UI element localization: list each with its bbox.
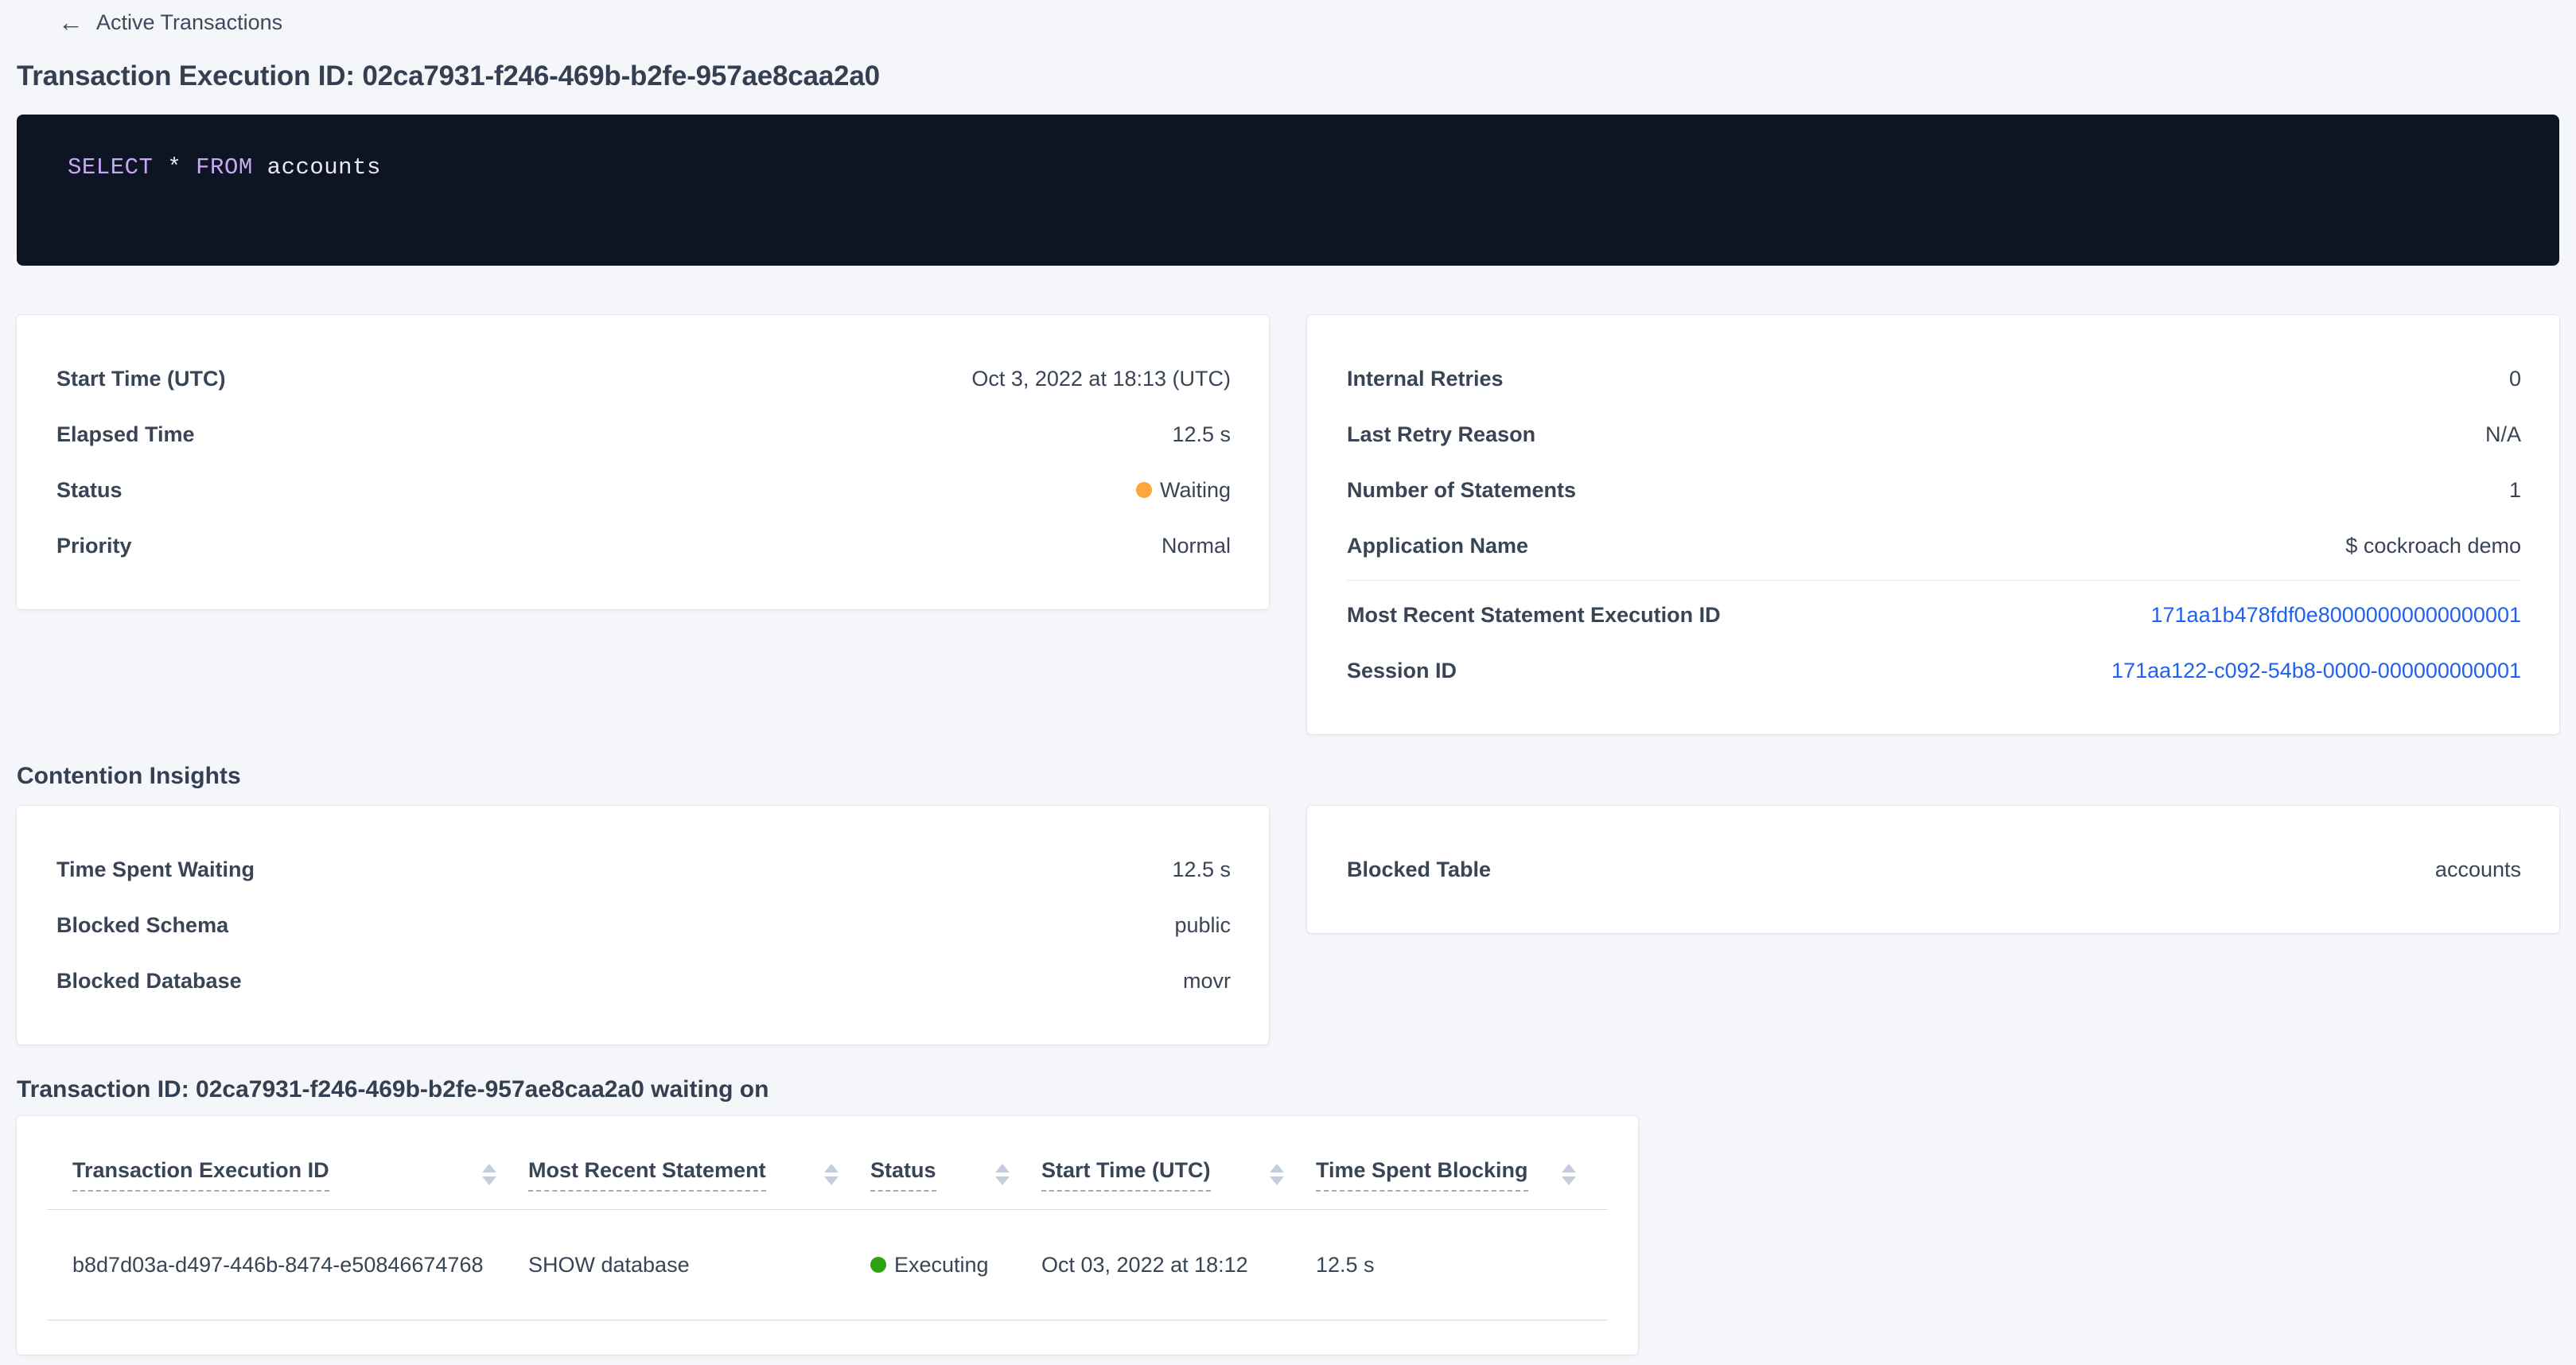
waiting-on-table-card: Transaction Execution ID Most Recent Sta…	[17, 1116, 1638, 1355]
summary-cards-row: Start Time (UTC) Oct 3, 2022 at 18:13 (U…	[17, 315, 2559, 734]
column-header-label: Transaction Execution ID	[72, 1158, 329, 1192]
summary-row-priority: Priority Normal	[56, 518, 1231, 574]
contention-waiting-card: Time Spent Waiting 12.5 s Blocked Schema…	[17, 806, 1269, 1044]
contention-row-blocked-table: Blocked Table accounts	[1347, 842, 2521, 897]
sql-table-name: accounts	[267, 154, 381, 181]
details-row-last-retry-reason: Last Retry Reason N/A	[1347, 406, 2521, 462]
column-header-label: Status	[870, 1158, 936, 1192]
contention-insights-heading: Contention Insights	[17, 763, 2559, 790]
contention-row-blocked-schema: Blocked Schema public	[56, 897, 1231, 953]
table-header-row: Transaction Execution ID Most Recent Sta…	[47, 1140, 1608, 1210]
column-header-most-recent-statement[interactable]: Most Recent Statement	[528, 1140, 870, 1209]
statement-execution-id-link[interactable]: 171aa1b478fdf0e80000000000000001	[2151, 603, 2522, 628]
row-label: Last Retry Reason	[1347, 422, 1535, 447]
details-row-application-name: Application Name $ cockroach demo	[1347, 518, 2521, 574]
row-value: 0	[2509, 367, 2521, 391]
row-label: Blocked Table	[1347, 858, 1491, 882]
waiting-on-heading: Transaction ID: 02ca7931-f246-469b-b2fe-…	[17, 1076, 2559, 1103]
details-row-internal-retries: Internal Retries 0	[1347, 351, 2521, 406]
cell-most-recent-statement: SHOW database	[528, 1210, 870, 1320]
row-label: Number of Statements	[1347, 478, 1576, 503]
details-row-session-id: Session ID 171aa122-c092-54b8-0000-00000…	[1347, 643, 2521, 698]
row-value: N/A	[2485, 422, 2521, 447]
waiting-status-dot-icon	[1136, 482, 1152, 498]
row-value: 12.5 s	[1172, 858, 1231, 882]
row-label: Elapsed Time	[56, 422, 195, 447]
cell-time-spent-blocking: 12.5 s	[1316, 1210, 1608, 1320]
sort-icon[interactable]	[482, 1164, 496, 1185]
sort-icon[interactable]	[1270, 1164, 1284, 1185]
sql-keyword-select: SELECT	[68, 154, 153, 181]
table-row: b8d7d03a-d497-446b-8474-e50846674768 SHO…	[47, 1210, 1608, 1320]
sql-star: *	[167, 154, 181, 181]
sql-statement: SELECT * FROM accounts	[68, 154, 381, 181]
status-text: Executing	[894, 1253, 989, 1278]
status-text: Waiting	[1160, 478, 1231, 503]
summary-row-status: Status Waiting	[56, 462, 1231, 518]
column-header-time-spent-blocking[interactable]: Time Spent Blocking	[1316, 1140, 1608, 1209]
details-row-statement-execution-id: Most Recent Statement Execution ID 171aa…	[1347, 587, 2521, 643]
waiting-on-table: Transaction Execution ID Most Recent Sta…	[47, 1140, 1608, 1320]
column-header-label: Start Time (UTC)	[1041, 1158, 1211, 1192]
transaction-details-card: Internal Retries 0 Last Retry Reason N/A…	[1307, 315, 2559, 734]
session-id-link[interactable]: 171aa122-c092-54b8-0000-000000000001	[2111, 659, 2521, 683]
arrow-left-icon: ←	[58, 10, 84, 35]
sort-icon[interactable]	[824, 1164, 839, 1185]
cell-start-time: Oct 03, 2022 at 18:12	[1041, 1210, 1316, 1320]
contention-row-blocked-database: Blocked Database movr	[56, 953, 1231, 1009]
sort-icon[interactable]	[995, 1164, 1010, 1185]
row-label: Most Recent Statement Execution ID	[1347, 603, 1721, 628]
row-value: 1	[2509, 478, 2521, 503]
row-value: Normal	[1162, 534, 1231, 558]
back-to-active-transactions-link[interactable]: ← Active Transactions	[58, 10, 282, 35]
page-title: Transaction Execution ID: 02ca7931-f246-…	[17, 60, 2559, 92]
row-value: $ cockroach demo	[2345, 534, 2521, 558]
sql-statement-box: SELECT * FROM accounts	[17, 115, 2559, 266]
row-label: Time Spent Waiting	[56, 858, 255, 882]
row-value: 12.5 s	[1172, 422, 1231, 447]
summary-row-elapsed-time: Elapsed Time 12.5 s	[56, 406, 1231, 462]
status-badge: Waiting	[1136, 478, 1231, 503]
column-header-label: Most Recent Statement	[528, 1158, 766, 1192]
row-label: Blocked Schema	[56, 913, 228, 938]
cell-status: Executing	[870, 1210, 1041, 1320]
row-value: public	[1174, 913, 1231, 938]
details-row-number-of-statements: Number of Statements 1	[1347, 462, 2521, 518]
row-label: Session ID	[1347, 659, 1457, 683]
sort-icon[interactable]	[1562, 1164, 1576, 1185]
summary-row-start-time: Start Time (UTC) Oct 3, 2022 at 18:13 (U…	[56, 351, 1231, 406]
row-label: Priority	[56, 534, 132, 558]
row-value: Oct 3, 2022 at 18:13 (UTC)	[971, 367, 1231, 391]
sql-keyword-from: FROM	[196, 154, 253, 181]
back-link-label: Active Transactions	[96, 10, 282, 35]
row-label: Start Time (UTC)	[56, 367, 226, 391]
row-label: Blocked Database	[56, 969, 242, 994]
row-value: accounts	[2435, 858, 2521, 882]
contention-blocked-table-card: Blocked Table accounts	[1307, 806, 2559, 933]
row-label: Application Name	[1347, 534, 1528, 558]
transaction-summary-card: Start Time (UTC) Oct 3, 2022 at 18:13 (U…	[17, 315, 1269, 609]
column-header-start-time[interactable]: Start Time (UTC)	[1041, 1140, 1316, 1209]
row-label: Status	[56, 478, 123, 503]
status-badge: Executing	[870, 1253, 989, 1278]
column-header-transaction-execution-id[interactable]: Transaction Execution ID	[72, 1140, 528, 1209]
column-header-label: Time Spent Blocking	[1316, 1158, 1528, 1192]
row-value: movr	[1183, 969, 1231, 994]
card-divider	[1347, 580, 2521, 581]
contention-cards-row: Time Spent Waiting 12.5 s Blocked Schema…	[17, 806, 2559, 1044]
cell-transaction-execution-id: b8d7d03a-d497-446b-8474-e50846674768	[72, 1210, 528, 1320]
contention-row-time-spent-waiting: Time Spent Waiting 12.5 s	[56, 842, 1231, 897]
executing-status-dot-icon	[870, 1257, 886, 1273]
row-label: Internal Retries	[1347, 367, 1504, 391]
transaction-details-page: ← Active Transactions Transaction Execut…	[0, 0, 2576, 1355]
column-header-status[interactable]: Status	[870, 1140, 1041, 1209]
